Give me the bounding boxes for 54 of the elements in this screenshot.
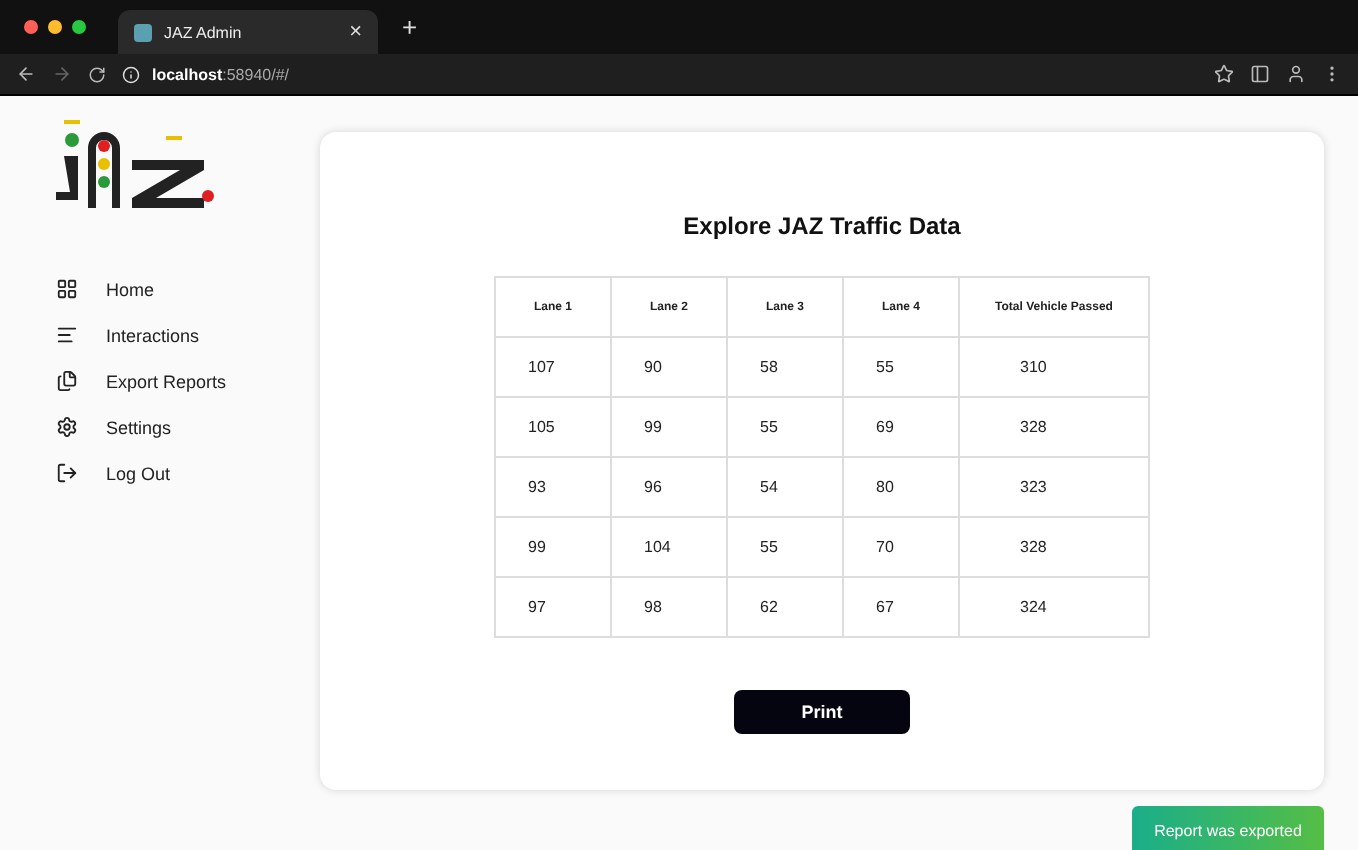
maximize-window-icon[interactable] [72,20,86,34]
table-cell: 62 [727,577,843,637]
sidebar-item[interactable]: Home [56,274,320,304]
table-cell: 58 [727,337,843,397]
browser-tab[interactable]: JAZ Admin × [118,10,378,54]
logout-icon [56,462,78,484]
side-panel-icon[interactable] [1250,64,1270,84]
table-cell: 55 [727,517,843,577]
table-cell: 97 [495,577,611,637]
table-cell: 93 [495,457,611,517]
new-tab-button[interactable]: + [402,12,418,42]
print-button[interactable]: Print [734,690,910,734]
table-cell: 55 [843,337,959,397]
dashboard-icon [56,278,78,300]
bookmark-star-icon[interactable] [1214,64,1234,84]
address-field[interactable]: localhost:58940/#/ [152,65,289,83]
profile-icon[interactable] [1286,64,1306,84]
table-cell: 98 [611,577,727,637]
settings-icon [56,416,78,438]
table-cell: 54 [727,457,843,517]
table-cell: 90 [611,337,727,397]
sidebar-item[interactable]: Log Out [56,458,320,488]
forward-icon[interactable] [52,64,72,84]
table-cell: 328 [959,517,1149,577]
back-icon[interactable] [16,64,36,84]
table-cell: 55 [727,397,843,457]
close-window-icon[interactable] [24,20,38,34]
tab-close-button[interactable]: × [349,20,362,44]
info-icon[interactable] [122,65,140,83]
documents-icon [56,370,78,392]
table-cell: 310 [959,337,1149,397]
sidebar-item[interactable]: Export Reports [56,366,320,396]
table-cell: 328 [959,397,1149,457]
table-cell: 69 [843,397,959,457]
table-cell: 99 [611,397,727,457]
table-cell: 105 [495,397,611,457]
page-title: Explore JAZ Traffic Data [683,212,961,240]
reload-icon[interactable] [88,65,106,83]
table-cell: 99 [495,517,611,577]
sidebar-item[interactable]: Settings [56,412,320,442]
tab-title: JAZ Admin [164,23,244,41]
toast-notification: Report was exported [1132,806,1324,850]
table-cell: 96 [611,457,727,517]
table-cell: 104 [611,517,727,577]
table-cell: 324 [959,577,1149,637]
table-cell: 107 [495,337,611,397]
sidebar-item[interactable]: Interactions [56,320,320,350]
table-cell: 70 [843,517,959,577]
table-cell: 80 [843,457,959,517]
favicon-icon [134,23,152,41]
table-cell: 67 [843,577,959,637]
minimize-window-icon[interactable] [48,20,62,34]
lines-icon [56,324,78,346]
table-cell: 323 [959,457,1149,517]
